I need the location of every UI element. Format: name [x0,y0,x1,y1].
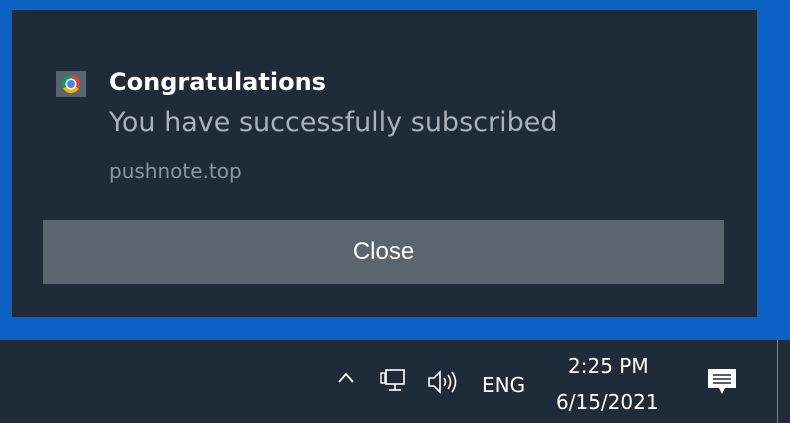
chrome-logo [62,75,80,93]
show-desktop-button[interactable] [777,340,778,423]
notification-source: pushnote.top [109,159,242,183]
volume-icon[interactable] [427,369,461,395]
clock-date[interactable]: 6/15/2021 [556,390,659,414]
network-icon[interactable] [380,368,410,396]
notification-title: Congratulations [109,68,326,96]
chevron-up-icon[interactable] [336,368,356,388]
clock-time[interactable]: 2:25 PM [568,354,649,378]
notification-icon[interactable] [705,365,739,399]
language-indicator[interactable]: ENG [482,373,525,397]
notification-message: You have successfully subscribed [109,107,558,138]
taskbar: ENG 2:25 PM 6/15/2021 [0,340,790,423]
close-button[interactable]: Close [43,220,724,284]
desktop-background: Congratulations You have successfully su… [0,0,790,340]
toast-notification[interactable]: Congratulations You have successfully su… [12,10,757,317]
chrome-icon [56,71,86,97]
